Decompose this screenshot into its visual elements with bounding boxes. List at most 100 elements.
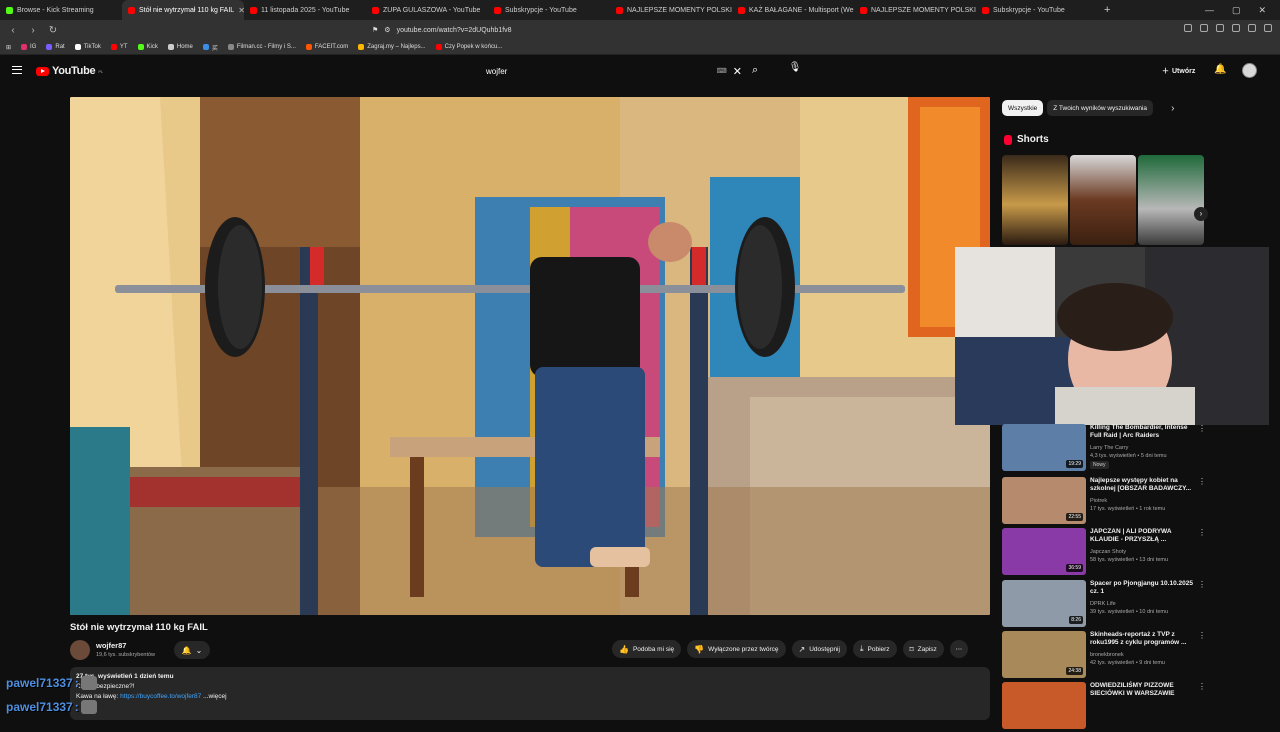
video-title[interactable]: ODWIEDZILIŚMY PIZZOWE SIECIÓWKI W WARSZA… [1090,682,1200,698]
maximize-icon[interactable]: ▢ [1232,5,1241,16]
site-info-icon[interactable]: ⚙ [384,26,390,34]
bookmark-label: 买 [211,45,218,52]
browser-tab[interactable]: KAŻ BAŁAGANE - Multisport (Wersja [732,0,854,20]
minimize-icon[interactable]: — [1205,5,1214,16]
bookmark-item[interactable]: IG [21,44,36,50]
video-title[interactable]: Spacer po Pjongjangu 10.10.2025 cz. 1 [1090,580,1200,596]
bookmark-item[interactable]: 买 [202,43,218,52]
video-player[interactable] [70,97,990,615]
recommended-video[interactable]: 22:55 Najlepsze występy kobiet na szkolne… [1002,477,1214,527]
bookmark-item[interactable]: FACEIT.com [305,44,348,50]
reload-icon[interactable]: ↻ [46,25,60,36]
extension-icon[interactable] [1200,24,1208,32]
microphone-icon[interactable]: 🎙 [788,62,802,78]
chips-next-icon[interactable]: › [1171,103,1174,114]
download-button[interactable]: ⤓ Pobierz [852,640,897,658]
bookmark-item[interactable]: YT [110,44,128,50]
new-tab-button[interactable]: + [1104,4,1110,16]
filter-chip[interactable]: Z Twoich wyników wyszukiwania [1047,100,1154,116]
extension-icon[interactable] [1232,24,1240,32]
recommended-video[interactable]: 24:38 Skinheads-reportaż z TVP z roku1995… [1002,631,1214,681]
kebab-menu-icon[interactable]: ⋮ [1198,682,1206,691]
plus-icon: ＋ [1162,68,1169,75]
subscription-bell-button[interactable]: 🔔 ⌄ [174,641,210,659]
shorts-next-icon[interactable]: › [1194,207,1208,221]
video-title[interactable]: JAPCZAN | ALI PODRYWA KLAUDIE - PRZYSZŁĄ… [1090,528,1200,544]
recommended-video[interactable]: ODWIEDZILIŚMY PIZZOWE SIECIÓWKI W WARSZA… [1002,682,1214,732]
video-channel[interactable]: DPRK Life [1090,601,1116,607]
close-window-icon[interactable]: ✕ [1258,5,1266,16]
video-channel[interactable]: Piotrek [1090,498,1107,504]
extension-icon[interactable] [1184,24,1192,32]
search-input[interactable]: wojfer ⌨ ✕ [480,62,746,80]
address-bar[interactable]: ⚑ ⚙ youtube.com/watch?v=2dUQuhb1fv8 [372,23,912,37]
recommended-video[interactable]: 8:26 Spacer po Pjongjangu 10.10.2025 cz. … [1002,580,1214,630]
channel-name[interactable]: wojfer87 [96,641,126,650]
browser-tab[interactable]: NAJLEPSZE MOMENTY POLSKIEGO [610,0,732,20]
save-button[interactable]: ⌑ Zapisz [902,640,944,658]
bookmark-star-icon[interactable]: ⚑ [372,26,378,34]
kebab-menu-icon[interactable]: ⋮ [1198,528,1206,537]
video-title[interactable]: Najlepsze występy kobiet na szkolnej [OB… [1090,477,1200,493]
channel-avatar[interactable] [70,640,90,660]
browser-tab[interactable]: Stół nie wytrzymał 110 kg FAIL ✕ [122,0,244,20]
video-thumbnail[interactable]: 19:29 [1002,424,1086,471]
like-button[interactable]: 👍 Podoba mi się [612,640,682,658]
description-box[interactable]: 27 tys. wyświetleń 1 dzień temu Czy to b… [70,667,990,720]
recommended-video[interactable]: 36:59 JAPCZAN | ALI PODRYWA KLAUDIE - PRZ… [1002,528,1214,578]
video-thumbnail[interactable]: 24:38 [1002,631,1086,678]
youtube-logo[interactable]: YouTube PL [36,65,103,77]
video-thumbnail[interactable]: 22:55 [1002,477,1086,524]
create-button[interactable]: ＋ Utwórz [1156,62,1201,80]
video-channel[interactable]: Larry The Carry [1090,445,1128,451]
bookmark-item[interactable]: Rat [46,44,65,50]
browser-tab[interactable]: Browse - Kick Streaming [0,0,122,20]
extension-icon[interactable] [1216,24,1224,32]
hamburger-menu-icon[interactable] [12,66,22,74]
short-item[interactable] [1070,155,1136,245]
video-thumbnail[interactable] [1002,682,1086,729]
keyboard-icon[interactable]: ⌨ [717,67,727,75]
show-more-link[interactable]: ...więcej [203,693,226,700]
bookmark-item[interactable]: Filman.cc - Filmy i S... [227,44,296,50]
browser-tab[interactable]: 11 listopada 2025 - YouTube [244,0,366,20]
account-avatar[interactable] [1242,63,1257,78]
notifications-icon[interactable]: 🔔 [1214,64,1226,75]
browser-tab[interactable]: NAJLEPSZE MOMENTY POLSKIEGO [854,0,976,20]
extension-icon[interactable] [1248,24,1256,32]
recommended-video[interactable]: 19:29 Killing The Bombardier, Intense Ful… [1002,424,1214,474]
description-link[interactable]: https://buycoffee.to/wojfer87 [120,693,201,700]
video-channel[interactable]: bronekbronek [1090,652,1124,658]
video-title[interactable]: Killing The Bombardier, Intense Full Rai… [1090,424,1200,440]
apps-grid-icon[interactable]: ⊞ [6,44,11,51]
filter-chip[interactable]: Wszystkie [1002,100,1044,116]
url-text[interactable]: youtube.com/watch?v=2dUQuhb1fv8 [397,27,512,34]
share-button[interactable]: ↗ Udostępnij [791,640,847,658]
video-title[interactable]: Skinheads-reportaż z TVP z roku1995 z cy… [1090,631,1200,647]
short-item[interactable] [1138,155,1204,245]
browser-tab[interactable]: Subskrypcje - YouTube [488,0,610,20]
bookmark-icon [167,44,174,50]
bookmark-item[interactable]: Home [167,44,193,50]
menu-icon[interactable] [1264,24,1272,32]
more-actions-button[interactable]: ⋯ [949,640,968,658]
kebab-menu-icon[interactable]: ⋮ [1198,424,1206,433]
browser-tab[interactable]: Subskrypcje - YouTube [976,0,1098,20]
bookmark-item[interactable]: Kick [137,44,158,50]
short-item[interactable] [1002,155,1068,245]
kebab-menu-icon[interactable]: ⋮ [1198,580,1206,589]
forward-icon[interactable]: › [26,25,40,36]
video-channel[interactable]: Japczan Shoty [1090,549,1126,555]
bookmark-item[interactable]: TikTok [74,44,101,50]
browser-tab[interactable]: ZUPA GULASZOWA - YouTube [366,0,488,20]
video-thumbnail[interactable]: 36:59 [1002,528,1086,575]
clear-search-icon[interactable]: ✕ [733,65,742,78]
bookmark-item[interactable]: Zagraj.my – Najleps... [358,44,426,50]
search-icon[interactable]: ⌕ [752,64,758,77]
dislike-button[interactable]: 👎 Wyłączone przez twórcę [687,640,786,658]
video-thumbnail[interactable]: 8:26 [1002,580,1086,627]
kebab-menu-icon[interactable]: ⋮ [1198,631,1206,640]
back-icon[interactable]: ‹ [6,25,20,36]
bookmark-item[interactable]: Czy Popek w końcu... [435,44,502,50]
kebab-menu-icon[interactable]: ⋮ [1198,477,1206,486]
